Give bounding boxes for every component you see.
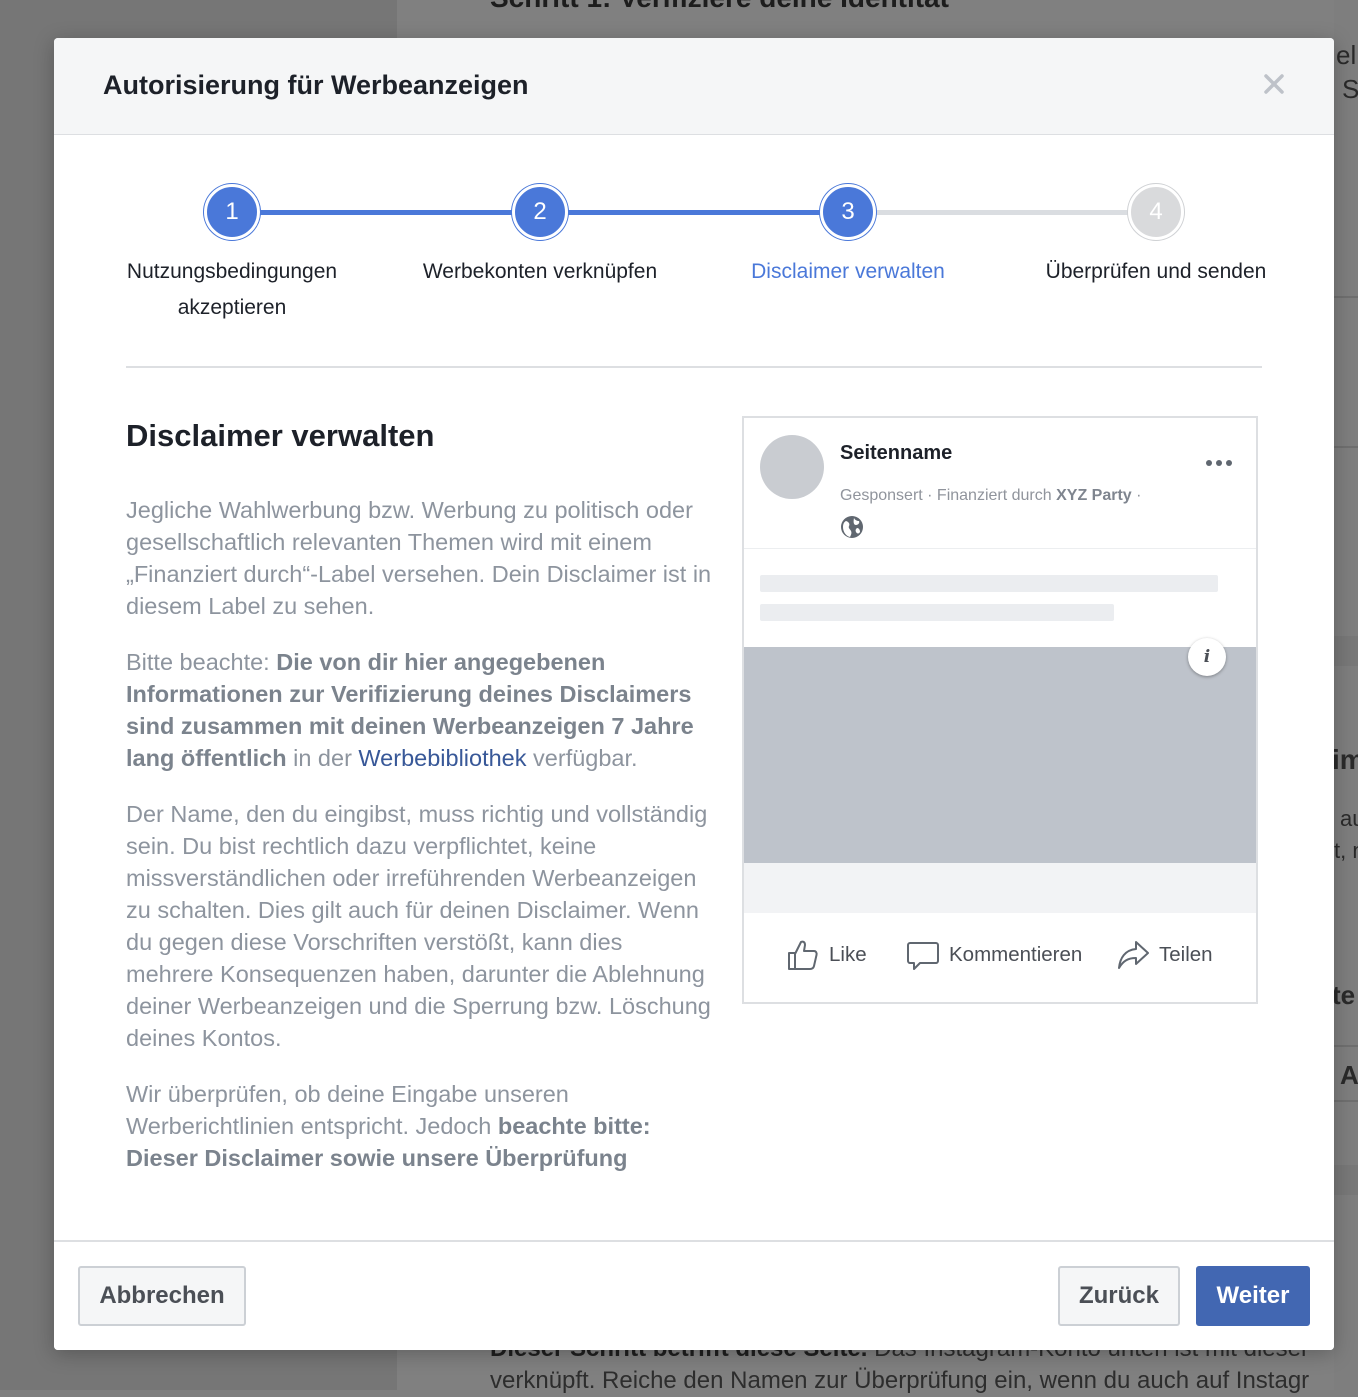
- notice-middle: in der: [286, 745, 359, 771]
- background-divider: [1334, 1100, 1358, 1102]
- dialog-title: Autorisierung für Werbeanzeigen: [103, 70, 529, 100]
- step-4-circle: 4: [1128, 184, 1184, 240]
- comment-button[interactable]: Kommentieren: [906, 935, 1082, 975]
- background-divider: [1334, 1045, 1358, 1047]
- paragraph-notice: Bitte beachte: Die von dir hier angegebe…: [126, 646, 716, 774]
- sponsored-line: Gesponsert · Finanziert durch XYZ Party …: [840, 487, 1141, 505]
- share-icon: [1118, 941, 1149, 969]
- paragraph-review: Wir überprüfen, ob deine Eingabe unseren…: [126, 1078, 716, 1174]
- info-icon[interactable]: i: [1188, 638, 1226, 676]
- globe-icon: [841, 516, 863, 538]
- step-4-label: Überprüfen und senden: [1006, 254, 1306, 290]
- paragraph-legal: Der Name, den du eingibst, muss richtig …: [126, 801, 711, 1051]
- background-divider: [1334, 1165, 1358, 1195]
- background-text-fragment: A: [1340, 1060, 1358, 1090]
- text-placeholder-line: [760, 604, 1114, 621]
- background-text-fragment: au: [1340, 806, 1358, 831]
- step-2-circle[interactable]: 2: [512, 184, 568, 240]
- like-button[interactable]: Like: [786, 935, 867, 975]
- link-placeholder: [744, 863, 1256, 913]
- notice-suffix: verfügbar.: [526, 745, 638, 771]
- page-avatar: [760, 435, 824, 499]
- comment-label: Kommentieren: [949, 943, 1083, 966]
- step-3-label[interactable]: Disclaimer verwalten: [698, 254, 998, 290]
- funder-name: XYZ Party: [1056, 487, 1132, 504]
- background-text-fragment: im: [1332, 744, 1358, 775]
- dialog-header: Autorisierung für Werbeanzeigen: [54, 38, 1334, 135]
- page-name: Seitenname: [840, 442, 953, 464]
- background-heading: Schritt 1: Verifiziere deine Identität: [490, 0, 949, 14]
- more-icon-dot: [1226, 460, 1232, 466]
- background-text-fragment: ell: [1336, 40, 1358, 70]
- ad-preview-card: Seitenname Gesponsert · Finanziert durch…: [742, 416, 1258, 1004]
- comment-icon: [907, 942, 939, 970]
- background-text-fragment: S: [1342, 74, 1358, 104]
- disclaimer-description: Jegliche Wahlwerbung bzw. Werbung zu pol…: [126, 494, 716, 1198]
- share-button[interactable]: Teilen: [1116, 935, 1213, 975]
- thumbs-up-icon: [788, 940, 818, 970]
- background-text-fragment: te: [1332, 980, 1356, 1010]
- like-label: Like: [829, 943, 867, 966]
- ad-authorization-dialog: Autorisierung für Werbeanzeigen 1 2 3 4 …: [54, 38, 1334, 1350]
- section-divider: [126, 366, 1262, 368]
- more-icon: [1206, 460, 1212, 466]
- stepper-line-pending: [848, 210, 1156, 215]
- section-title: Disclaimer verwalten: [126, 418, 435, 453]
- more-options-button[interactable]: [1204, 456, 1238, 470]
- step-3-circle[interactable]: 3: [820, 184, 876, 240]
- text-placeholder-line: [760, 575, 1218, 592]
- more-icon-dot: [1216, 460, 1222, 466]
- cancel-button[interactable]: Abbrechen: [78, 1266, 246, 1326]
- background-text-fragment: t, n: [1334, 838, 1358, 863]
- step-3-label-line1: Disclaimer verwalten: [751, 260, 945, 283]
- preview-separator: [744, 548, 1256, 549]
- background-divider: [1334, 446, 1358, 448]
- dialog-footer: Abbrechen Zurück Weiter: [54, 1240, 1334, 1350]
- reaction-bar: Like Kommentieren Teilen: [744, 913, 1256, 1002]
- close-button[interactable]: [1258, 68, 1290, 100]
- step-1-circle[interactable]: 1: [204, 184, 260, 240]
- close-icon: [1264, 74, 1284, 94]
- step-1-label-line1: Nutzungsbedingungen: [126, 260, 338, 283]
- background-bottom-line2: verknüpft. Reiche den Namen zur Überprüf…: [490, 1367, 1310, 1394]
- step-1-label[interactable]: Nutzungsbedingungen akzeptieren: [82, 254, 382, 326]
- background-divider: [1334, 636, 1358, 666]
- notice-prefix: Bitte beachte:: [126, 649, 277, 675]
- step-4-label-line1: Überprüfen und senden: [1045, 260, 1267, 283]
- back-button[interactable]: Zurück: [1058, 1266, 1180, 1326]
- ad-library-link[interactable]: Werbebibliothek: [358, 745, 526, 771]
- next-button[interactable]: Weiter: [1196, 1266, 1310, 1326]
- step-2-label-line1: Werbekonten verknüpfen: [422, 260, 658, 283]
- sponsored-suffix: ·: [1131, 487, 1142, 504]
- share-label: Teilen: [1159, 943, 1213, 966]
- image-placeholder: [744, 647, 1256, 863]
- step-2-label[interactable]: Werbekonten verknüpfen: [390, 254, 690, 290]
- background-divider: [1334, 296, 1358, 298]
- sponsored-label: Gesponsert · Finanziert durch: [840, 487, 1057, 504]
- paragraph-labels: Jegliche Wahlwerbung bzw. Werbung zu pol…: [126, 497, 712, 619]
- step-1-label-line2: akzeptieren: [177, 296, 287, 319]
